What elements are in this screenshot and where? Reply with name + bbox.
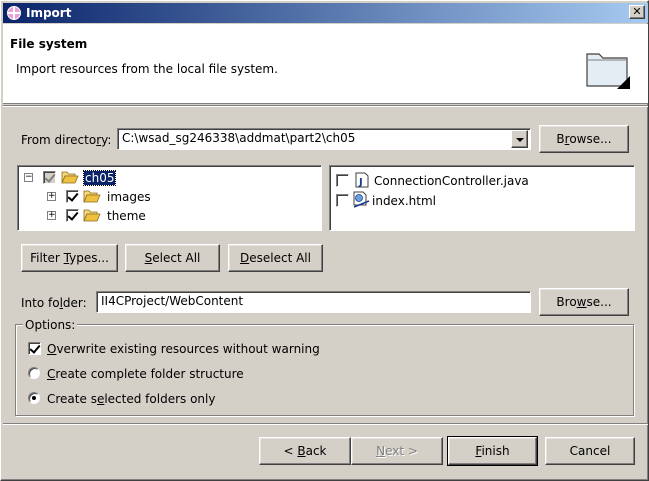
tree-checkbox-images[interactable] xyxy=(66,190,79,203)
close-button[interactable]: ✕ xyxy=(629,5,645,19)
collapse-icon[interactable]: − xyxy=(24,173,33,182)
deselect-all-button[interactable]: Deselect All xyxy=(228,244,323,272)
cancel-button[interactable]: Cancel xyxy=(545,437,635,465)
file-checkbox-connectioncontroller[interactable] xyxy=(336,174,349,187)
tree-checkbox-ch05[interactable] xyxy=(43,171,56,184)
window-title: Import xyxy=(26,6,72,20)
tree-checkbox-theme[interactable] xyxy=(66,209,79,222)
from-directory-browse-button[interactable]: Browse... xyxy=(539,125,629,153)
file-item-connectioncontroller[interactable]: ConnectionController.java xyxy=(374,174,529,192)
into-folder-value: II4CProject/WebContent xyxy=(101,294,244,308)
next-button[interactable]: Next > xyxy=(351,437,443,465)
folder-open-icon xyxy=(83,209,101,222)
html-file-icon xyxy=(353,191,370,208)
title-bar[interactable]: Import ✕ xyxy=(3,3,648,23)
complete-structure-label[interactable]: Create complete folder structure xyxy=(47,367,244,381)
into-folder-label: Into folder: xyxy=(21,296,87,310)
expand-icon[interactable]: + xyxy=(47,211,56,220)
footer-separator xyxy=(3,423,648,425)
import-dialog: Import ✕ File system Import resources fr… xyxy=(0,0,649,481)
tree-item-images[interactable]: images xyxy=(107,190,151,208)
header-separator xyxy=(3,105,648,107)
select-all-button[interactable]: Select All xyxy=(125,244,220,272)
page-title: File system xyxy=(10,37,88,51)
file-item-index[interactable]: index.html xyxy=(372,194,436,212)
overwrite-label[interactable]: Overwrite existing resources without war… xyxy=(47,342,320,356)
overwrite-checkbox[interactable] xyxy=(28,342,41,355)
page-description: Import resources from the local file sys… xyxy=(16,62,278,76)
folder-open-icon xyxy=(83,190,101,203)
from-directory-combo[interactable]: C:\wsad_sg246338\addmat\part2\ch05 xyxy=(117,128,531,150)
options-title: Options: xyxy=(23,318,78,332)
filter-types-button[interactable]: Filter Types... xyxy=(21,244,118,272)
java-file-icon: J xyxy=(355,172,369,188)
close-icon: ✕ xyxy=(632,5,642,18)
tree-item-ch05[interactable]: ch05 xyxy=(82,170,117,189)
svg-text:J: J xyxy=(358,177,363,188)
file-checkbox-index[interactable] xyxy=(336,194,349,207)
into-folder-browse-button[interactable]: Browse... xyxy=(539,288,629,316)
selected-folders-radio[interactable] xyxy=(28,392,40,404)
from-directory-value: C:\wsad_sg246338\addmat\part2\ch05 xyxy=(122,131,356,145)
finish-button[interactable]: Finish xyxy=(447,436,538,466)
selected-folders-label[interactable]: Create selected folders only xyxy=(47,392,215,406)
from-directory-label: From directory: xyxy=(21,133,112,147)
wizard-header: File system Import resources from the lo… xyxy=(3,24,648,104)
folder-wizard-icon xyxy=(586,53,630,89)
back-button[interactable]: < Back xyxy=(259,437,351,465)
into-folder-field[interactable]: II4CProject/WebContent xyxy=(96,291,531,313)
folder-open-icon xyxy=(61,171,79,184)
chevron-down-icon[interactable] xyxy=(511,130,528,148)
tree-item-theme[interactable]: theme xyxy=(107,209,146,227)
complete-structure-radio[interactable] xyxy=(28,367,40,379)
import-app-icon xyxy=(7,6,21,20)
expand-icon[interactable]: + xyxy=(47,192,56,201)
